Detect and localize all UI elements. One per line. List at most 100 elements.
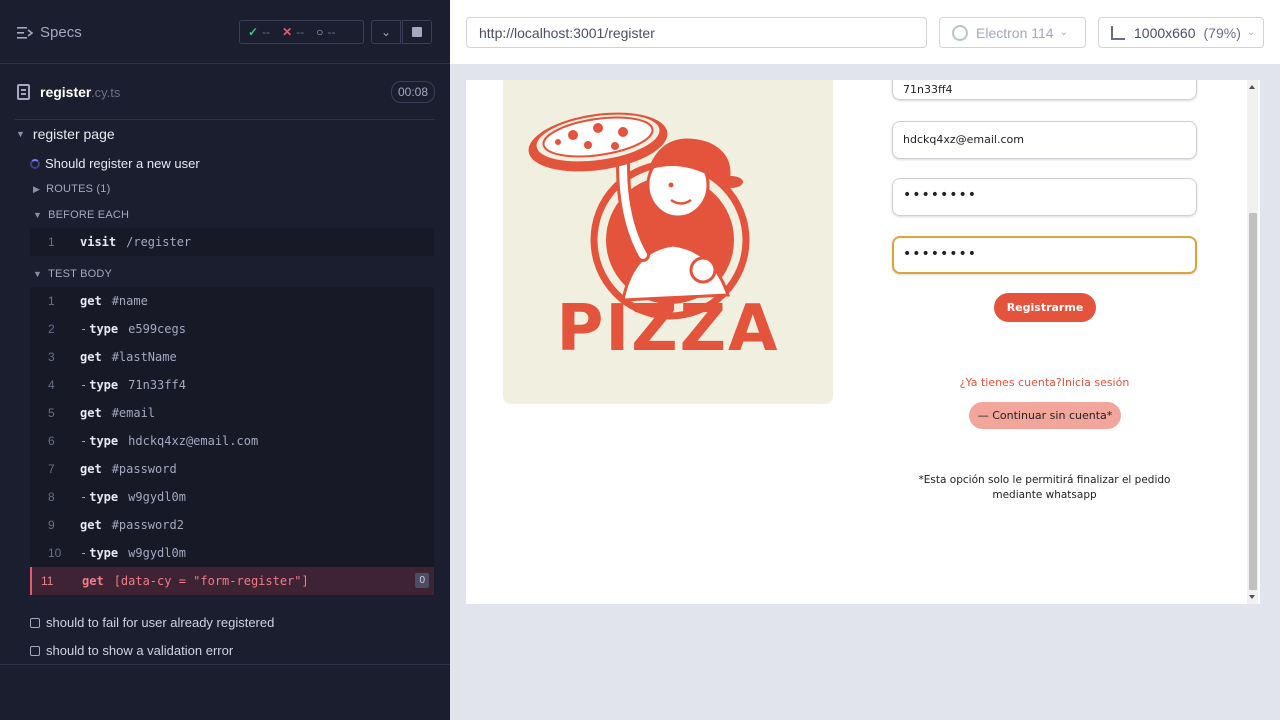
confirm-password-input[interactable]: •••••••• <box>892 236 1197 274</box>
continue-without-account-button[interactable]: — Continuar sin cuenta* <box>969 402 1121 429</box>
caret-right-icon: ▶ <box>33 183 41 194</box>
browser-label: Electron 114 <box>976 24 1054 41</box>
command-name: get <box>80 406 102 420</box>
spec-file-name[interactable]: register <box>40 84 91 100</box>
chevron-down-icon: ⌄ <box>1059 27 1068 38</box>
queued-test-icon <box>30 617 40 628</box>
command-number: 2 <box>48 322 55 336</box>
electron-icon <box>952 24 968 41</box>
app-frame: PIZZA 71n33ff4 hdckq4xz@email.com ••••••… <box>466 80 1260 604</box>
command-message: #name <box>111 294 148 308</box>
file-icon <box>17 84 30 100</box>
command-name: type <box>80 322 118 336</box>
command-name: get <box>82 574 104 588</box>
collapse-button[interactable]: ⌄ <box>371 20 401 44</box>
viewport-selector[interactable]: 1000x660 (79%) ⌄ <box>1098 17 1264 48</box>
register-button[interactable]: Registrarme <box>994 293 1096 322</box>
element-count-badge: 0 <box>415 573 429 588</box>
command-message: w9gydl0m <box>128 546 186 560</box>
command-name: get <box>80 350 102 364</box>
command-row[interactable]: 6 type hdckq4xz@email.com <box>30 427 434 455</box>
scroll-down-arrow-icon[interactable] <box>1249 595 1255 599</box>
command-message: w9gydl0m <box>128 490 186 504</box>
command-row[interactable]: 8 type w9gydl0m <box>30 483 434 511</box>
command-number: 1 <box>48 294 55 308</box>
suite-label: register page <box>32 126 115 142</box>
command-message: #lastName <box>111 350 177 364</box>
scroll-up-arrow-icon[interactable] <box>1249 85 1255 89</box>
url-bar[interactable]: http://localhost:3001/register <box>466 17 927 48</box>
routes-section[interactable]: ▶ ROUTES (1) <box>33 183 110 195</box>
command-number: 10 <box>48 546 62 560</box>
command-message: #email <box>111 406 156 420</box>
reporter-panel: Specs ✓ -- ✕ -- ○ -- ⌄ register .cy.ts 0… <box>0 0 450 720</box>
lastname-input[interactable]: 71n33ff4 <box>892 80 1197 100</box>
login-prompt-text: ¿Ya tienes cuenta? <box>959 376 1062 389</box>
command-name: type <box>80 378 118 392</box>
pending-stat: ○ -- <box>316 25 335 39</box>
check-icon: ✓ <box>248 25 259 39</box>
command-row[interactable]: 10 type w9gydl0m <box>30 539 434 567</box>
scrollbar[interactable] <box>1247 80 1258 604</box>
command-message: #password2 <box>111 518 184 532</box>
command-row[interactable]: 3 get #lastName <box>30 343 434 371</box>
command-number: 9 <box>48 518 55 532</box>
guest-note: *Esta opción solo le permitirá finalizar… <box>918 474 1171 501</box>
command-message: #password <box>111 462 177 476</box>
command-name: type <box>80 546 118 560</box>
test-stats: ✓ -- ✕ -- ○ -- <box>239 20 364 44</box>
command-number: 5 <box>48 406 55 420</box>
caret-down-icon: ▼ <box>33 210 43 220</box>
command-row[interactable]: 9 get #password2 <box>30 511 434 539</box>
running-test[interactable]: Should register a new user <box>30 156 200 171</box>
specs-list-icon[interactable] <box>17 26 33 40</box>
suite-title[interactable]: ▼ register page <box>16 126 115 142</box>
before-each-commands: 1 visit /register <box>30 228 434 256</box>
viewport-scale: (79%) <box>1203 24 1241 41</box>
viewport-size: 1000x660 <box>1134 24 1196 41</box>
test-body-section[interactable]: ▼ TEST BODY <box>33 268 112 280</box>
logo-text: PIZZA <box>556 292 779 366</box>
cross-icon: ✕ <box>282 25 293 39</box>
pizza-logo-card: PIZZA <box>503 80 833 404</box>
command-row-failing[interactable]: 11 get [data-cy = "form-register"] 0 <box>30 567 434 595</box>
email-input[interactable]: hdckq4xz@email.com <box>892 121 1197 159</box>
login-link[interactable]: Inicia sesión <box>1062 376 1130 389</box>
before-each-section[interactable]: ▼ BEFORE EACH <box>33 209 129 221</box>
command-row[interactable]: 1 get #name <box>30 287 434 315</box>
app-preview-panel: http://localhost:3001/register Electron … <box>450 0 1280 720</box>
spec-file-ext: .cy.ts <box>91 85 121 100</box>
duration-badge: 00:08 <box>390 81 435 103</box>
test-body-label: TEST BODY <box>48 268 113 280</box>
command-row[interactable]: 1 visit /register <box>30 228 434 256</box>
command-message: 71n33ff4 <box>128 378 186 392</box>
pending-count: -- <box>327 25 336 39</box>
command-row[interactable]: 4 type 71n33ff4 <box>30 371 434 399</box>
command-number: 11 <box>41 574 54 588</box>
spec-file-header: register .cy.ts 00:08 <box>15 64 435 120</box>
browser-selector[interactable]: Electron 114 ⌄ <box>939 17 1086 48</box>
test-item[interactable]: should to show a validation error <box>30 643 233 658</box>
command-number: 8 <box>48 490 55 504</box>
running-spinner-icon <box>30 158 40 169</box>
pending-circle-icon: ○ <box>316 25 324 39</box>
specs-label[interactable]: Specs <box>40 24 82 41</box>
command-message: [data-cy = "form-register"] <box>113 574 309 588</box>
command-message: hdckq4xz@email.com <box>128 434 259 448</box>
command-row[interactable]: 5 get #email <box>30 399 434 427</box>
command-name: get <box>80 294 102 308</box>
command-name: get <box>80 462 102 476</box>
command-name: visit <box>80 235 117 249</box>
test-item[interactable]: should to fail for user already register… <box>30 615 274 630</box>
routes-label: ROUTES (1) <box>46 183 111 195</box>
passed-stat: ✓ -- <box>248 25 270 39</box>
command-number: 1 <box>48 235 55 249</box>
command-number: 4 <box>48 378 55 392</box>
divider <box>0 664 450 665</box>
command-row[interactable]: 7 get #password <box>30 455 434 483</box>
stop-button[interactable] <box>402 20 432 44</box>
command-name: type <box>80 490 118 504</box>
command-row[interactable]: 2 type e599cegs <box>30 315 434 343</box>
password-input[interactable]: •••••••• <box>892 178 1197 216</box>
scrollbar-thumb[interactable] <box>1249 213 1257 590</box>
